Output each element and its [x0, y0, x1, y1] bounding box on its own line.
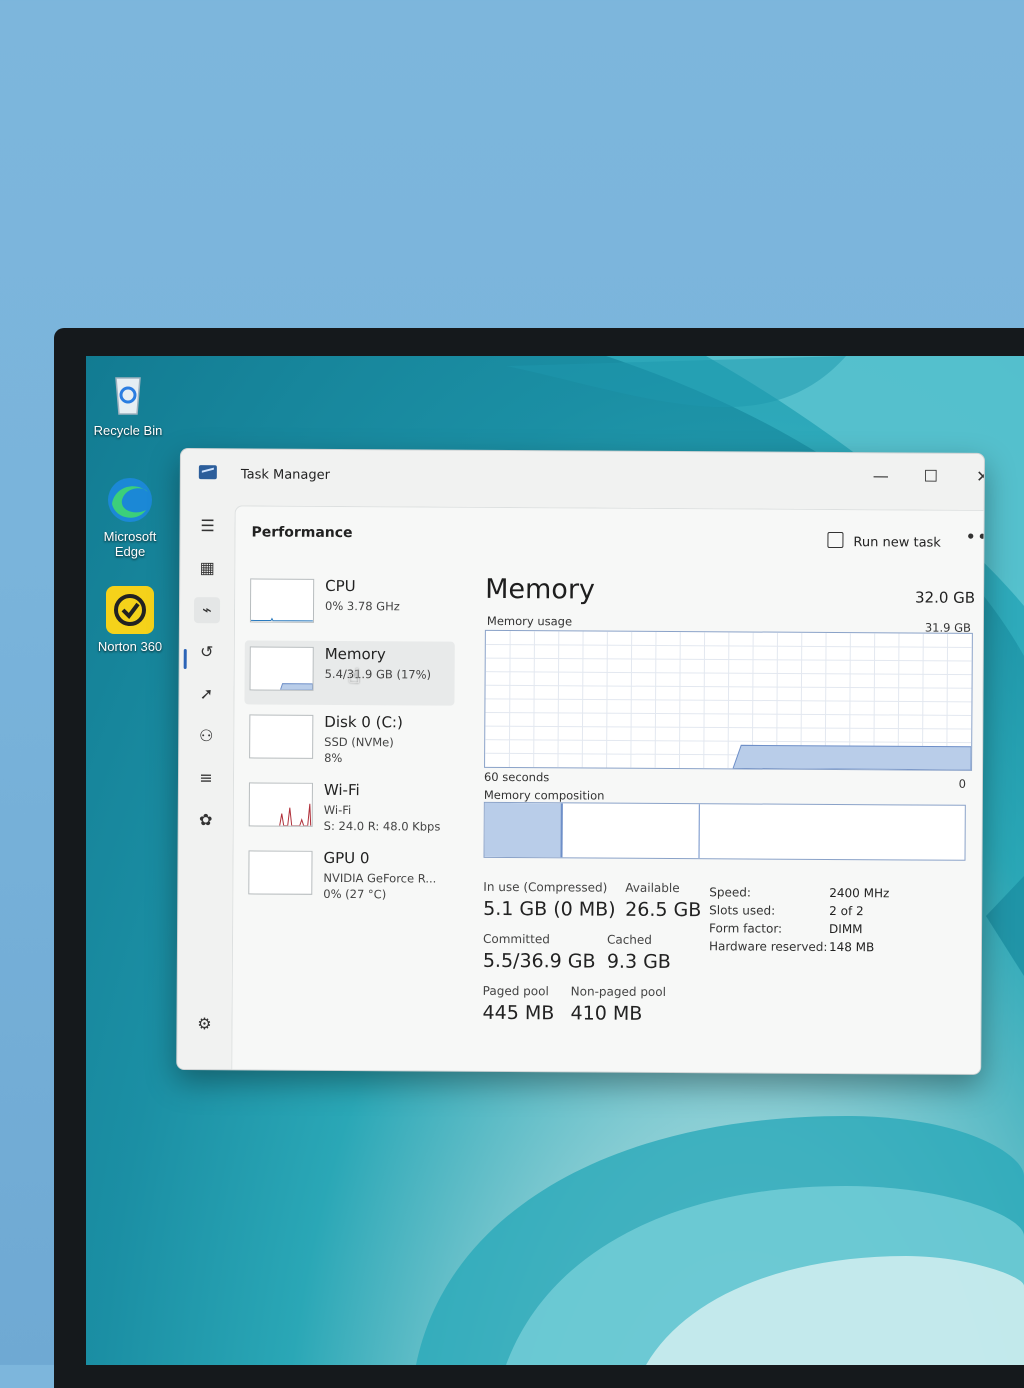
spec-value-speed: 2400 MHz: [829, 885, 890, 901]
composition-in-use: [484, 802, 563, 858]
device-detail-2: 0% (27 °C): [323, 886, 387, 902]
processes-icon[interactable]: ▦: [194, 555, 220, 581]
hamburger-menu-icon[interactable]: ☰: [194, 513, 220, 539]
memory-thumbnail-graph: [249, 646, 314, 691]
norton-icon: [104, 584, 156, 636]
device-detail: SSD (NVMe): [324, 734, 394, 750]
available-value: 26.5 GB: [625, 898, 702, 922]
spec-label-hardware-reserved: Hardware reserved:: [708, 939, 828, 954]
device-detail-2: 8%: [324, 750, 343, 765]
run-task-icon: [827, 531, 844, 549]
device-detail-2: S: 24.0 R: 48.0 Kbps: [323, 818, 441, 834]
window-title: Task Manager: [240, 467, 331, 483]
task-manager-window: Task Manager — ☐ ✕ ☰ ▦ ⌁ ↺ ➚ ⚇ ≡ ✿ ⚙ Per…: [176, 448, 985, 1075]
device-item-gpu[interactable]: GPU 0 NVIDIA GeForce R... 0% (27 °C): [243, 844, 453, 909]
in-use-label: In use (Compressed): [483, 879, 608, 895]
device-list: CPU 0% 3.78 GHz Memory 5.4/31.9 GB (17%)…: [243, 572, 455, 913]
memory-title: Memory: [485, 573, 596, 606]
device-item-wifi[interactable]: Wi-Fi Wi-Fi S: 24.0 R: 48.0 Kbps: [244, 776, 454, 841]
cached-value: 9.3 GB: [606, 950, 671, 974]
maximize-button[interactable]: ☐: [911, 463, 951, 489]
page-title: Performance: [251, 524, 353, 542]
non-paged-pool-label: Non-paged pool: [570, 984, 667, 999]
performance-icon[interactable]: ⌁: [193, 597, 221, 624]
memory-composition-bar: [483, 801, 966, 861]
desktop-icon-label: Recycle Bin: [93, 423, 163, 438]
spec-value-hardware-reserved: 148 MB: [828, 939, 875, 955]
graph-zero-label: 0: [958, 776, 967, 791]
memory-usage-graph: [484, 629, 973, 771]
graph-time-label: 60 seconds: [483, 769, 550, 785]
spec-value-slots: 2 of 2: [829, 903, 864, 919]
device-name: Memory: [324, 644, 386, 664]
device-detail: 0% 3.78 GHz: [324, 598, 400, 614]
more-options-button[interactable]: •••: [965, 527, 985, 548]
spec-label-form-factor: Form factor:: [709, 921, 783, 936]
performance-pane: Performance Run new task ••• CPU 0% 3.78…: [231, 505, 985, 1075]
desktop-icon-norton[interactable]: Norton 360: [88, 584, 172, 654]
composition-free: [700, 804, 965, 860]
composition-standby: [562, 803, 700, 859]
app-history-icon[interactable]: ↺: [194, 639, 220, 665]
device-detail: 5.4/31.9 GB (17%): [324, 666, 432, 682]
gpu-thumbnail-graph: [248, 850, 313, 895]
run-new-task-button[interactable]: Run new task: [827, 531, 941, 551]
disk-thumbnail-graph: [249, 714, 314, 759]
device-name: GPU 0: [323, 848, 370, 868]
memory-total: 32.0 GB: [914, 588, 976, 607]
non-paged-pool-value: 410 MB: [570, 1002, 643, 1025]
desktop-icon-recycle-bin[interactable]: Recycle Bin: [86, 368, 170, 438]
available-label: Available: [625, 880, 680, 896]
close-button[interactable]: ✕: [963, 464, 985, 490]
startup-apps-icon[interactable]: ➚: [193, 681, 219, 707]
edge-icon: [104, 474, 156, 526]
services-icon[interactable]: ✿: [193, 807, 219, 833]
wifi-thumbnail-graph: [248, 782, 313, 827]
task-manager-icon: [198, 465, 217, 480]
desktop-icon-label: Microsoft Edge: [103, 529, 157, 559]
device-name: Wi-Fi: [323, 780, 360, 800]
device-item-disk[interactable]: Disk 0 (C:) SSD (NVMe) 8%: [244, 708, 454, 773]
nav-rail: ☰ ▦ ⌁ ↺ ➚ ⚇ ≡ ✿ ⚙: [177, 499, 232, 1069]
committed-value: 5.5/36.9 GB: [482, 949, 596, 973]
details-icon[interactable]: ≡: [193, 765, 219, 791]
memory-detail: Memory 32.0 GB Memory usage 31.9 GB 60 s…: [482, 574, 975, 1025]
cpu-thumbnail-graph: [249, 578, 315, 623]
device-name: CPU: [325, 576, 356, 596]
nav-selection-indicator: [183, 649, 187, 670]
desktop-icon-label: Norton 360: [97, 639, 163, 654]
recycle-bin-icon: [102, 368, 154, 420]
spec-value-form-factor: DIMM: [829, 921, 863, 937]
spec-label-speed: Speed:: [709, 885, 752, 900]
memory-composition-label: Memory composition: [483, 787, 605, 803]
memory-usage-svg: [485, 631, 972, 771]
device-item-cpu[interactable]: CPU 0% 3.78 GHz: [245, 572, 455, 637]
spec-label-slots: Slots used:: [709, 903, 776, 918]
device-detail: Wi-Fi: [323, 802, 352, 818]
title-bar[interactable]: Task Manager — ☐ ✕: [181, 449, 985, 504]
settings-gear-icon[interactable]: ⚙: [191, 1011, 217, 1037]
desktop-icon-edge[interactable]: Microsoft Edge: [88, 474, 172, 559]
memory-usage-label: Memory usage: [486, 613, 573, 629]
in-use-value: 5.1 GB (0 MB): [483, 897, 616, 921]
device-name: Disk 0 (C:): [324, 712, 403, 732]
users-icon[interactable]: ⚇: [193, 723, 219, 749]
run-new-task-label: Run new task: [853, 535, 941, 551]
committed-label: Committed: [482, 931, 550, 947]
cached-label: Cached: [606, 932, 652, 947]
minimize-button[interactable]: —: [861, 463, 901, 489]
hand-cursor-icon: ☝: [348, 664, 361, 688]
paged-pool-value: 445 MB: [482, 1001, 555, 1025]
paged-pool-label: Paged pool: [482, 983, 549, 999]
memory-usage-area: [732, 744, 972, 771]
device-detail: NVIDIA GeForce R...: [323, 870, 437, 886]
